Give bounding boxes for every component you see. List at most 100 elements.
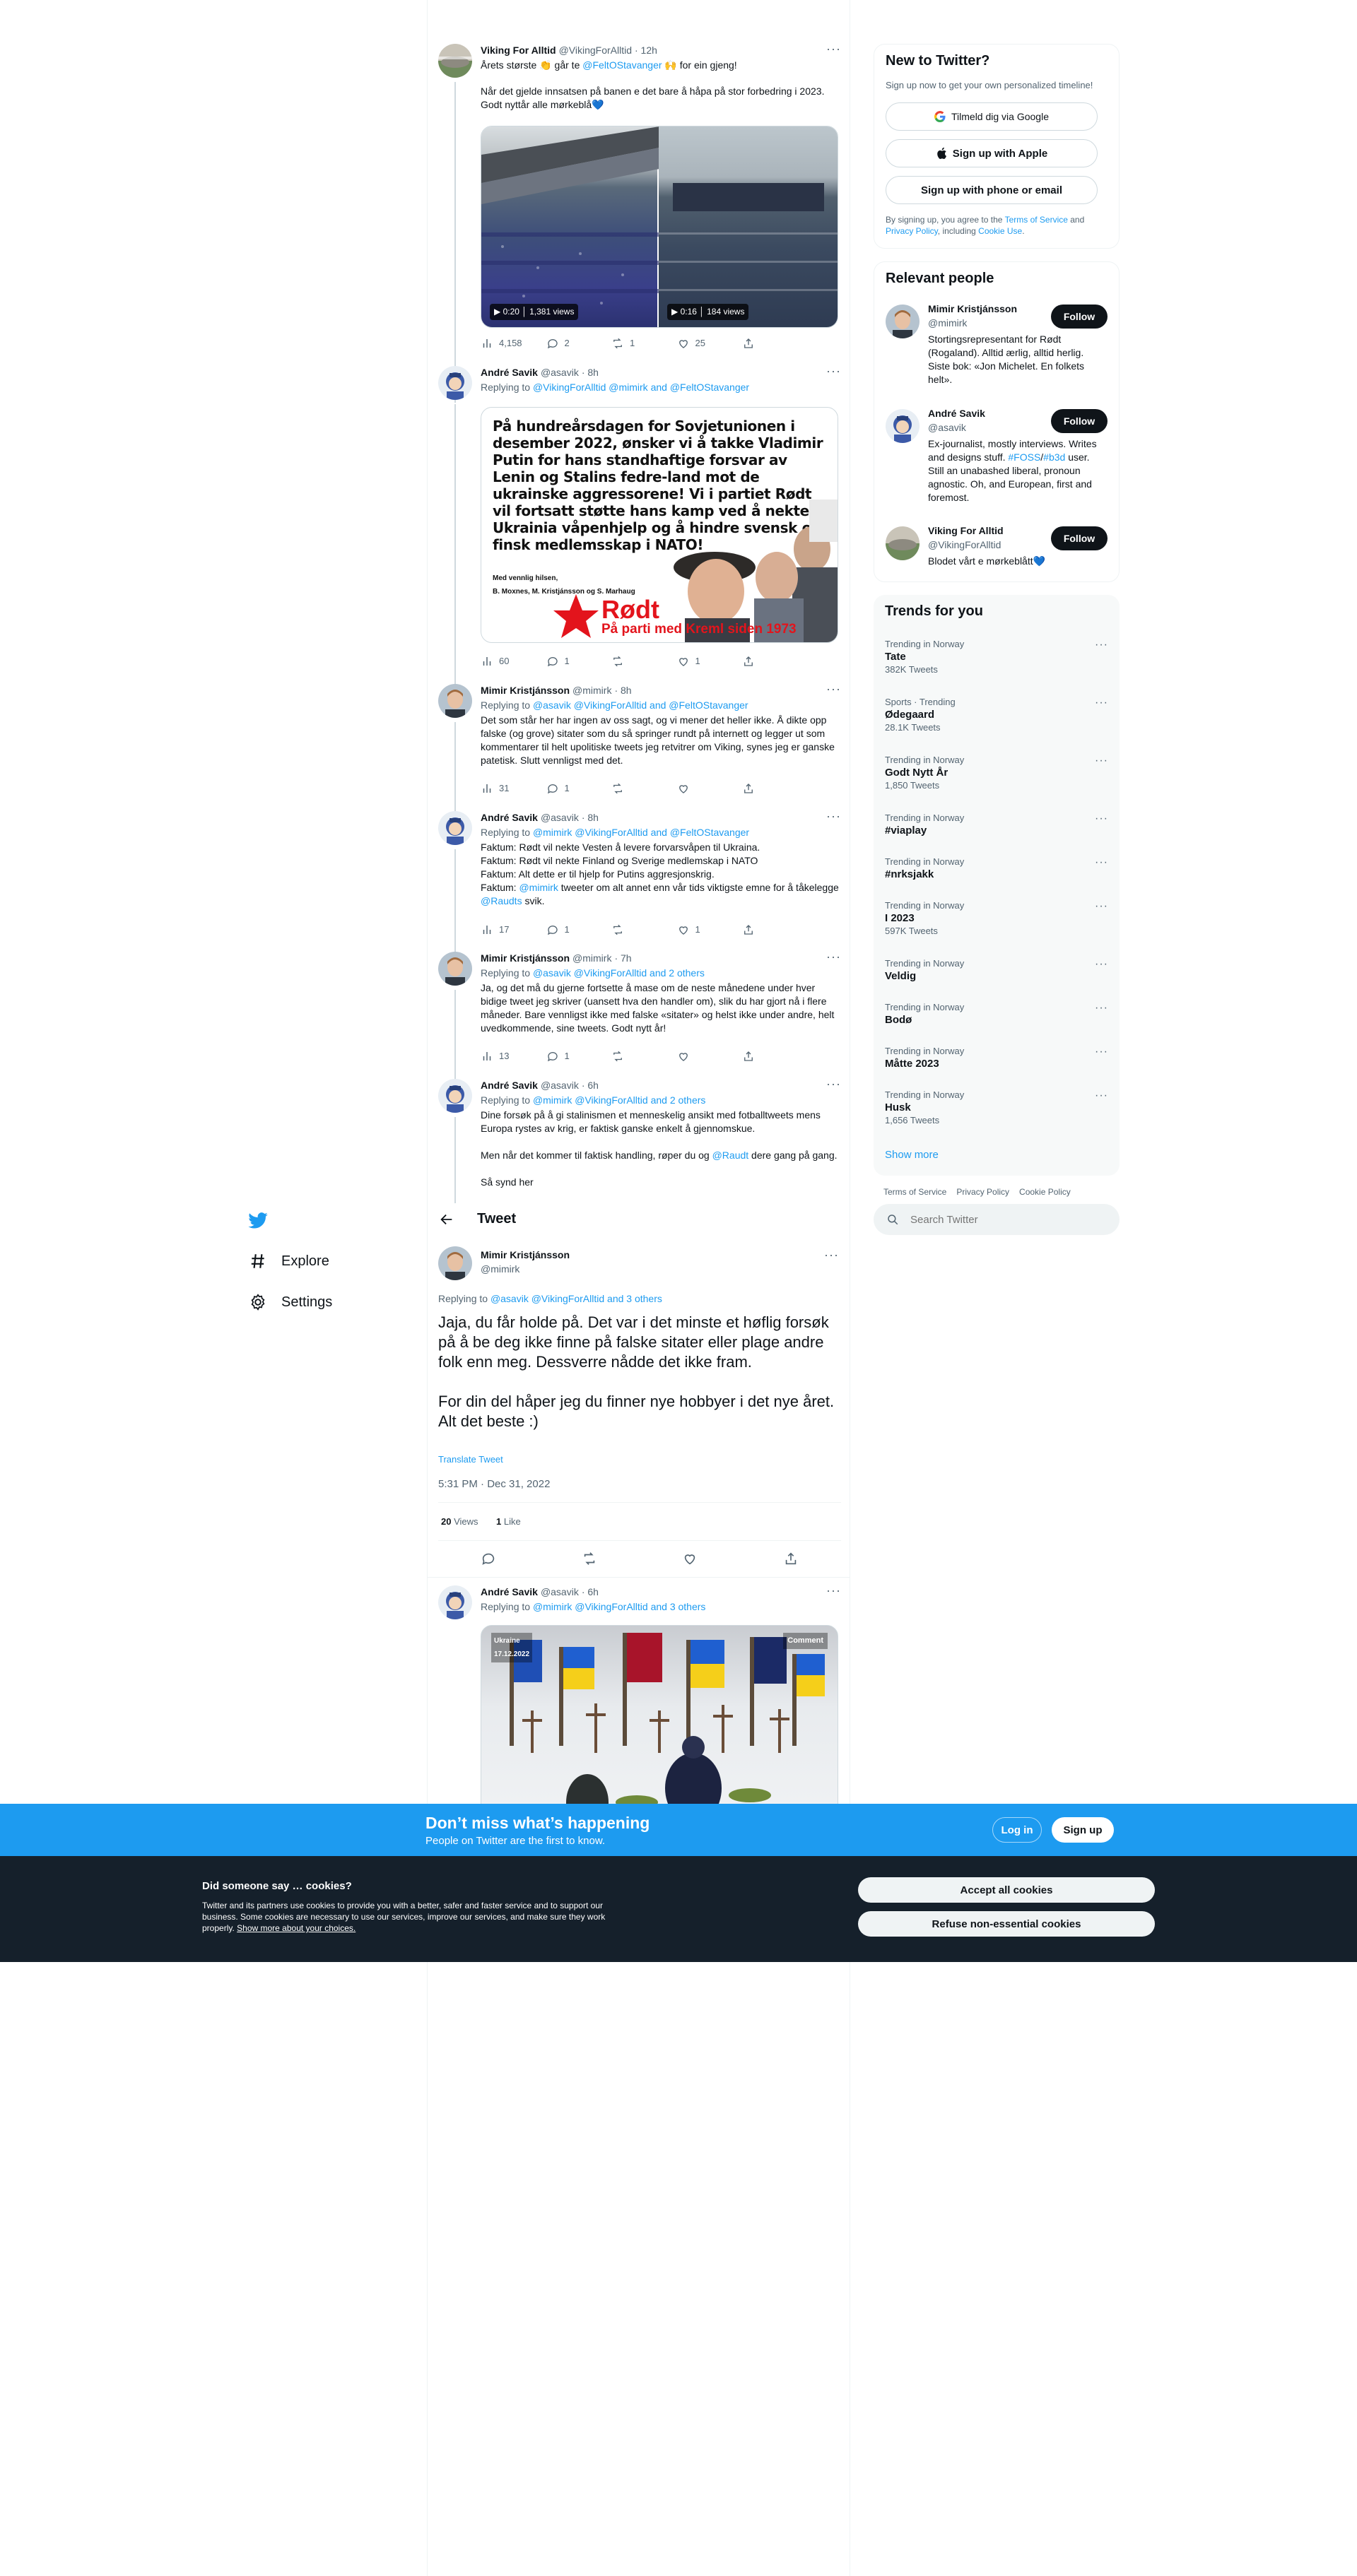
more-icon[interactable]: ··· — [826, 365, 841, 377]
author-name[interactable]: Mimir Kristjánsson — [481, 952, 570, 965]
person-viking[interactable]: Viking For Alltid @VikingForAlltid Follo… — [886, 525, 1108, 573]
person-name[interactable]: Viking For Alltid — [928, 525, 1004, 536]
person-handle[interactable]: @asavik — [928, 422, 966, 433]
avatar[interactable] — [886, 526, 920, 560]
trend-item[interactable]: Trending in Norway Husk 1,656 Tweets ··· — [885, 1089, 1108, 1125]
trend-item[interactable]: Trending in Norway #nrksjakk ··· — [885, 856, 1108, 880]
share-button[interactable] — [742, 336, 785, 350]
cookie-use-link[interactable]: Cookie Use — [978, 226, 1022, 236]
like-button[interactable] — [677, 1049, 719, 1063]
more-icon[interactable]: ··· — [1095, 755, 1108, 767]
tweet-image-cemetery[interactable]: Ukraine 17.12.2022 Comment — [481, 1625, 838, 1804]
reply-to-link[interactable]: @VikingForAlltid @mimirk and @FeltOStava… — [533, 382, 749, 393]
tweet-media[interactable]: ▶ 0:20 │ 1,381 views ▶ 0:16 │ 184 views — [481, 126, 838, 328]
share-icon[interactable] — [783, 1551, 799, 1566]
more-icon[interactable]: ··· — [1095, 697, 1108, 709]
tweet-viking[interactable]: Viking For Alltid @VikingForAlltid · 12h… — [427, 42, 850, 403]
tweet-savik-reply[interactable]: André Savik @asavik · 6h Replying to @mi… — [427, 1585, 850, 1804]
more-icon[interactable]: ··· — [826, 1079, 841, 1090]
nav-explore[interactable]: Explore — [249, 1252, 329, 1270]
footer-terms-link[interactable]: Terms of Service — [883, 1187, 946, 1197]
retweet-button[interactable]: 1 — [611, 336, 654, 350]
accept-cookies-button[interactable]: Accept all cookies — [858, 1877, 1155, 1903]
more-icon[interactable]: ··· — [1095, 1046, 1108, 1058]
privacy-link[interactable]: Privacy Policy — [886, 226, 938, 236]
views-button[interactable]: 60 — [481, 654, 523, 668]
person-mimir[interactable]: Mimir Kristjánsson @mimirk Follow Storti… — [886, 302, 1108, 394]
author-handle[interactable]: @asavik — [541, 811, 579, 825]
hashtag-link[interactable]: #FOSS — [1008, 451, 1040, 463]
author-handle[interactable]: @asavik — [541, 1079, 579, 1092]
retweet-button[interactable] — [611, 1049, 654, 1063]
tweet-savik-facts[interactable]: André Savik @asavik · 8h Replying to @mi… — [427, 810, 850, 952]
views-button[interactable]: 17 — [481, 923, 523, 936]
hashtag-link[interactable]: #b3d — [1043, 451, 1065, 463]
retweet-icon[interactable] — [582, 1551, 597, 1566]
more-icon[interactable]: ··· — [826, 950, 841, 963]
trend-item[interactable]: Trending in Norway #viaplay ··· — [885, 813, 1108, 837]
tweet-time[interactable]: · 6h — [582, 1585, 599, 1599]
trend-item[interactable]: Trending in Norway Veldig ··· — [885, 958, 1108, 982]
person-name[interactable]: André Savik — [928, 408, 985, 419]
more-icon[interactable]: ··· — [1095, 1002, 1108, 1015]
avatar[interactable] — [438, 684, 472, 718]
tweet-mimir-reply-1[interactable]: Mimir Kristjánsson @mimirk · 8h Replying… — [427, 683, 850, 811]
more-icon[interactable]: ··· — [1095, 813, 1108, 825]
tweet-time[interactable]: · 7h — [614, 952, 631, 965]
terms-link[interactable]: Terms of Service — [1005, 215, 1068, 225]
search-box[interactable] — [874, 1204, 1120, 1235]
heart-icon[interactable] — [682, 1551, 698, 1566]
more-icon[interactable]: ··· — [1095, 856, 1108, 869]
search-input[interactable] — [910, 1213, 1094, 1226]
author-handle[interactable]: @mimirk — [572, 952, 611, 965]
retweet-button[interactable] — [611, 654, 654, 668]
twitter-logo-icon[interactable] — [247, 1210, 269, 1234]
share-button[interactable] — [742, 1049, 785, 1063]
author-name[interactable]: André Savik — [481, 811, 538, 825]
author-name[interactable]: Mimir Kristjánsson — [481, 684, 570, 697]
mention-link[interactable]: @mimirk — [519, 882, 558, 893]
author-name[interactable]: Viking For Alltid — [481, 44, 556, 57]
mention-link[interactable]: @Raudts — [481, 895, 522, 906]
avatar[interactable] — [438, 1585, 472, 1619]
more-icon[interactable]: ··· — [1095, 639, 1108, 651]
avatar[interactable] — [438, 366, 472, 400]
avatar[interactable] — [438, 1246, 472, 1280]
more-icon[interactable]: ··· — [826, 42, 841, 55]
person-handle[interactable]: @mimirk — [928, 317, 967, 329]
like-button[interactable]: 1 — [677, 923, 719, 936]
trend-item[interactable]: Trending in Norway Godt Nytt År 1,850 Twee… — [885, 755, 1108, 791]
author-handle[interactable]: @VikingForAlltid — [559, 44, 632, 57]
video-thumbnail-2[interactable]: ▶ 0:16 │ 184 views — [659, 126, 838, 327]
retweet-button[interactable] — [611, 923, 654, 936]
reply-to-link[interactable]: @mimirk @VikingForAlltid and 2 others — [533, 1094, 705, 1106]
mention-link[interactable]: @Raudt — [712, 1150, 749, 1161]
back-arrow-icon[interactable] — [439, 1212, 454, 1231]
tweet-time[interactable]: · 8h — [582, 366, 599, 379]
apple-signup-button[interactable]: Sign up with Apple — [886, 139, 1098, 167]
tweet-timestamp[interactable]: 5:31 PM · Dec 31, 2022 — [438, 1478, 550, 1490]
more-icon[interactable]: ··· — [826, 683, 841, 695]
tweet-time[interactable]: · 12h — [635, 44, 657, 57]
person-handle[interactable]: @VikingForAlltid — [928, 539, 1001, 550]
trend-item[interactable]: Trending in Norway Bodø ··· — [885, 1002, 1108, 1026]
footer-privacy-link[interactable]: Privacy Policy — [956, 1187, 1009, 1197]
show-more-link[interactable]: Show more — [885, 1149, 939, 1161]
author-handle[interactable]: @asavik — [541, 1585, 579, 1599]
author-name[interactable]: André Savik — [481, 366, 538, 379]
share-button[interactable] — [742, 654, 785, 668]
reply-to-link[interactable]: @mimirk @VikingForAlltid and @FeltOStava… — [533, 827, 749, 838]
author-name[interactable]: André Savik — [481, 1079, 538, 1092]
avatar[interactable] — [438, 1079, 472, 1113]
reply-to-link[interactable]: @asavik @VikingForAlltid and @FeltOStava… — [533, 699, 748, 711]
trend-item[interactable]: Trending in Norway Tate 382K Tweets ··· — [885, 639, 1108, 675]
footer-cookie-link[interactable]: Cookie Policy — [1019, 1187, 1071, 1197]
cookie-choices-link[interactable]: Show more about your choices. — [237, 1923, 356, 1933]
author-name[interactable]: André Savik — [481, 1585, 538, 1599]
login-button[interactable]: Log in — [992, 1817, 1042, 1843]
reply-button[interactable]: 1 — [546, 1049, 589, 1063]
google-signup-button[interactable]: Tilmeld dig via Google — [886, 102, 1098, 131]
follow-button[interactable]: Follow — [1051, 526, 1108, 550]
follow-button[interactable]: Follow — [1051, 305, 1108, 329]
more-icon[interactable]: ··· — [826, 810, 841, 822]
